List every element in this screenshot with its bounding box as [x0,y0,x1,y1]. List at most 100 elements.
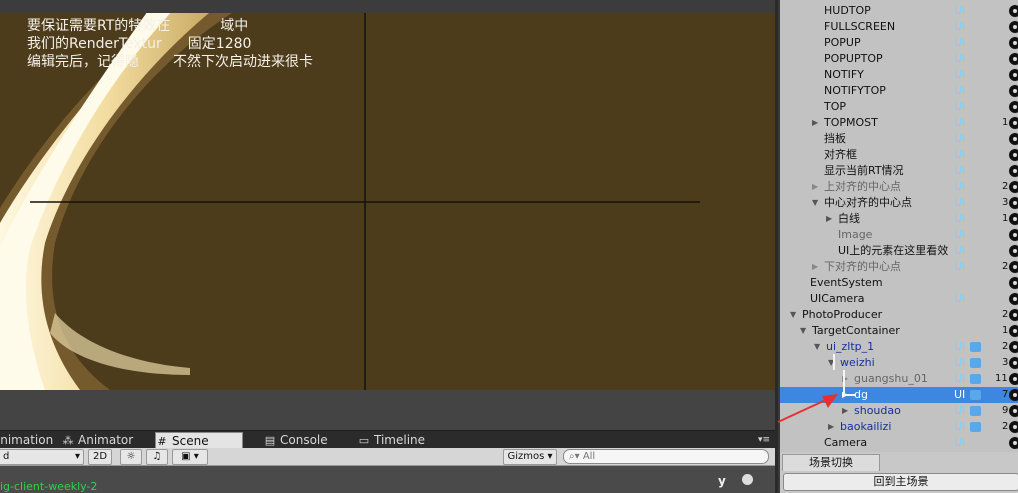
visibility-eye-icon[interactable] [1009,85,1018,97]
visibility-eye-icon[interactable] [1009,389,1018,401]
visibility-eye-icon[interactable] [1009,133,1018,145]
hierarchy-row[interactable]: ▶ 上对齐的中心点 UI 2 [780,179,1018,195]
visibility-eye-icon[interactable] [1009,181,1018,193]
axis-gizmo-y[interactable]: y [718,474,726,488]
hierarchy-row[interactable]: NOTIFY UI [780,67,1018,83]
visibility-eye-icon[interactable] [1009,37,1018,49]
expand-down-icon[interactable]: ▼ [800,323,810,339]
hierarchy-row[interactable]: ▼ ui_zltp_1 UI 2 [780,339,1018,355]
hierarchy-row[interactable]: ▼ weizhi UI 3 [780,355,1018,371]
tab-console[interactable]: ▤ Console [264,432,328,449]
visibility-eye-icon[interactable] [1009,421,1018,433]
hierarchy-row-label: UI上的元素在这里看效 [838,244,949,257]
expand-down-icon[interactable]: ▼ [814,339,824,355]
hierarchy-row[interactable]: ▼ TargetContainer 1 [780,323,1018,339]
layer-tag: UI [954,20,966,33]
scene-view[interactable]: 要保证需要RT的特效在 域中 我们的RenderTextur 固定1280 编辑完后… [0,0,775,430]
layer-tag: UI [954,340,966,353]
child-count: 2 [1002,341,1009,352]
2d-mode-button[interactable]: 2D [88,449,112,465]
hierarchy-row[interactable]: ▶ TOPMOST UI 1 [780,115,1018,131]
expand-right-icon[interactable]: ▶ [812,179,822,195]
visibility-eye-icon[interactable] [1009,53,1018,65]
child-count: 1 [1002,213,1009,224]
panel-menu-icon[interactable]: ▾≡ [758,432,770,449]
tab-label: Console [280,433,328,447]
hierarchy-row[interactable]: ▶ guangshu_01 UI 11 [780,371,1018,387]
visibility-eye-icon[interactable] [1009,293,1018,305]
scene-note-line-3: 编辑完后，记得隐 不然下次启动进来很卡 [27,54,313,70]
child-count: 1 [1002,325,1009,336]
render-texture-area[interactable]: 要保证需要RT的特效在 域中 我们的RenderTextur 固定1280 编辑完后… [0,13,775,390]
visibility-eye-icon[interactable] [1009,165,1018,177]
hierarchy-row[interactable]: 对齐框 UI [780,147,1018,163]
visibility-eye-icon[interactable] [1009,213,1018,225]
hierarchy-row[interactable]: POPUPTOP UI [780,51,1018,67]
visibility-eye-icon[interactable] [1009,437,1018,449]
scene-note-line-1: 要保证需要RT的特效在 域中 [27,18,249,34]
visibility-eye-icon[interactable] [1009,245,1018,257]
visibility-eye-icon[interactable] [1009,149,1018,161]
tab-animator[interactable]: ⁂ Animator [62,432,134,449]
lighting-toggle-button[interactable]: ☼ [120,449,142,465]
hierarchy-row-label: 白线 [838,212,860,225]
hierarchy-row[interactable]: ▼ 中心对齐的中心点 UI 3 [780,195,1018,211]
child-count: 2 [1002,421,1009,432]
expand-down-icon[interactable]: ▼ [812,195,822,211]
visibility-eye-icon[interactable] [1009,341,1018,353]
hierarchy-row[interactable]: POPUP UI [780,35,1018,51]
hierarchy-row[interactable]: HUDTOP UI [780,3,1018,19]
visibility-eye-icon[interactable] [1009,101,1018,113]
axis-gizmo-center[interactable] [742,474,753,485]
tab-animation[interactable]: Animation [0,432,53,449]
visibility-eye-icon[interactable] [1009,21,1018,33]
tab-scene-switch[interactable]: 场景切换 [782,454,880,471]
hierarchy-row[interactable]: Image UI [780,227,1018,243]
visibility-eye-icon[interactable] [1009,309,1018,321]
visibility-eye-icon[interactable] [1009,357,1018,369]
hierarchy-row[interactable]: ▶ 白线 UI 1 [780,211,1018,227]
visibility-eye-icon[interactable] [1009,405,1018,417]
visibility-eye-icon[interactable] [1009,229,1018,241]
tab-timeline[interactable]: ▭ Timeline [358,432,425,449]
expand-right-icon[interactable]: ▶ [826,211,836,227]
hierarchy-row-label: TOP [824,100,847,113]
hierarchy-row-label: NOTIFY [824,68,864,81]
hierarchy-row[interactable]: 挡板 UI [780,131,1018,147]
visibility-eye-icon[interactable] [1009,117,1018,129]
expand-right-icon[interactable]: ▶ [812,259,822,275]
visibility-eye-icon[interactable] [1009,325,1018,337]
scene-search-input[interactable]: ⌕▾ All [563,449,769,464]
hierarchy-row[interactable]: ▶ 下对齐的中心点 UI 2 [780,259,1018,275]
layer-tag: UI [954,4,966,17]
layer-tag: UI [954,356,966,369]
prefab-cube-icon [970,358,981,368]
gizmos-dropdown[interactable]: Gizmos ▾ [503,449,557,465]
hierarchy-row[interactable]: ▼ PhotoProducer 2 [780,307,1018,323]
audio-toggle-button[interactable]: ♫ [146,449,168,465]
back-to-main-scene-button[interactable]: 回到主场景 [783,473,1018,491]
expand-down-icon[interactable]: ▼ [828,355,838,371]
scene-bottom-strip [0,390,775,430]
hierarchy-row[interactable]: UI上的元素在这里看效 UI [780,243,1018,259]
expand-right-icon[interactable]: ▶ [842,371,852,387]
visibility-eye-icon[interactable] [1009,373,1018,385]
visibility-eye-icon[interactable] [1009,69,1018,81]
visibility-eye-icon[interactable] [1009,5,1018,17]
hierarchy-row[interactable]: EventSystem [780,275,1018,291]
hierarchy-panel[interactable]: HUDTOP UI FULLSCREEN UI POPUP UI POPUPTOP UI NOT… [778,0,1018,452]
hierarchy-row[interactable]: 显示当前RT情况 UI [780,163,1018,179]
hierarchy-row[interactable]: UICamera UI [780,291,1018,307]
visibility-eye-icon[interactable] [1009,261,1018,273]
child-count: 2 [1002,309,1009,320]
hierarchy-row[interactable]: FULLSCREEN UI [780,19,1018,35]
expand-right-icon[interactable]: ▶ [812,115,822,131]
expand-down-icon[interactable]: ▼ [790,307,800,323]
hierarchy-row[interactable]: TOP UI [780,99,1018,115]
visibility-eye-icon[interactable] [1009,197,1018,209]
hierarchy-row[interactable]: NOTIFYTOP UI [780,83,1018,99]
visibility-eye-icon[interactable] [1009,277,1018,289]
chevron-down-icon: ▾ [193,451,199,462]
shading-mode-dropdown[interactable]: d ▾ [0,449,84,465]
effects-dropdown[interactable]: ▣ ▾ [172,449,208,465]
